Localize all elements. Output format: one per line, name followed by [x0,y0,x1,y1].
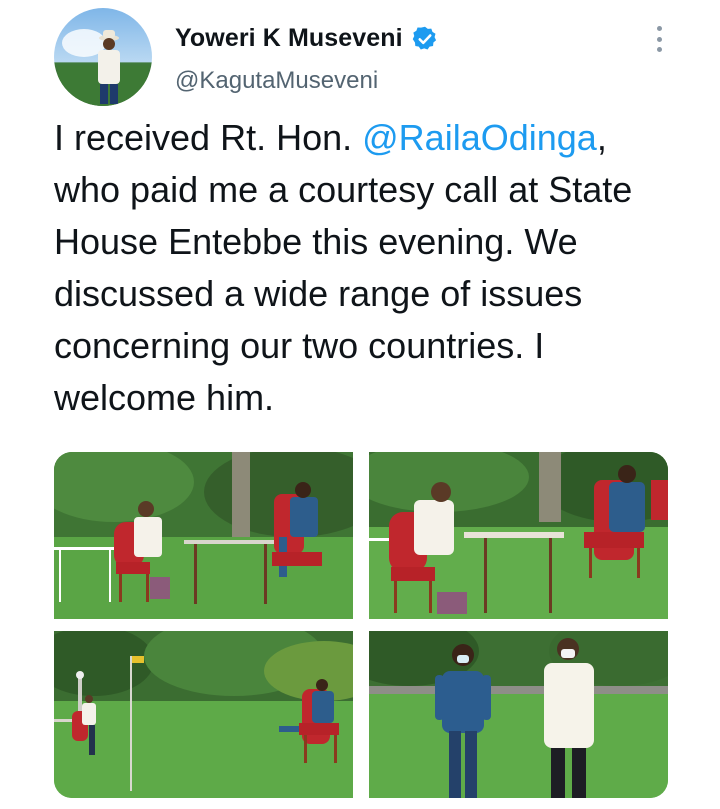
photo-standing-masks[interactable] [369,631,668,798]
photo-garden-flagpole[interactable] [54,631,353,798]
author-handle[interactable]: @KagutaMuseveni [175,67,378,95]
tweet-text-comma: , [596,117,607,158]
author-name-row[interactable]: Yoweri K Museveni [175,24,439,53]
photo-meeting-closeup[interactable] [369,452,668,619]
more-options-icon[interactable] [654,26,664,52]
media-grid [54,452,668,798]
avatar[interactable] [54,8,152,106]
photo-meeting-wide[interactable] [54,452,353,619]
author-name[interactable]: Yoweri K Museveni [175,24,403,53]
verified-badge-icon [411,25,439,53]
tweet-text: I received Rt. Hon. @RailaOdinga, who pa… [54,112,674,424]
tweet-text-rest: who paid me a courtesy call at State Hou… [54,169,633,418]
tweet-text-start: I received Rt. Hon. [54,117,363,158]
mention-link[interactable]: @RailaOdinga [362,117,597,158]
